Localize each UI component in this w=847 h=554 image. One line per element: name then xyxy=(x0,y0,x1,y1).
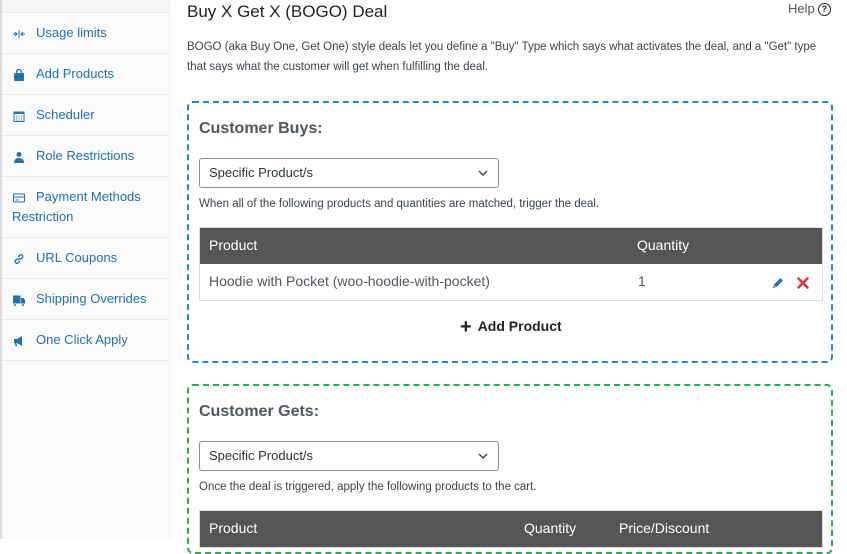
sidebar-item-one-click-apply[interactable]: One Click Apply xyxy=(2,320,169,361)
page-title: Buy X Get X (BOGO) Deal xyxy=(187,2,388,21)
bag-icon xyxy=(12,68,26,81)
sidebar-item-label: Shipping Overrides xyxy=(36,291,147,306)
help-icon: ? xyxy=(817,3,831,16)
sidebar: Usage limits Add Products Scheduler Role… xyxy=(0,0,170,539)
sidebar-item-label: Scheduler xyxy=(36,107,95,122)
customer-gets-title: Customer Gets: xyxy=(199,403,320,420)
sidebar-item-payment-methods-restriction[interactable]: Payment Methods Restriction xyxy=(2,177,169,238)
sidebar-item-shipping-overrides[interactable]: Shipping Overrides xyxy=(2,279,169,320)
customer-buys-panel: Customer Buys: Specific Product/s When a… xyxy=(187,101,833,363)
gets-hint: Once the deal is triggered, apply the fo… xyxy=(199,481,537,493)
table-header: Product Quantity xyxy=(200,228,822,264)
column-header-price-discount: Price/Discount xyxy=(619,520,710,536)
column-header-quantity: Quantity xyxy=(524,520,577,536)
truck-icon xyxy=(12,294,26,306)
sidebar-item-url-coupons[interactable]: URL Coupons xyxy=(2,238,169,279)
sidebar-item-label: URL Coupons xyxy=(36,250,118,265)
buys-type-value: Specific Product/s xyxy=(209,165,314,180)
arrows-in-icon xyxy=(12,28,26,40)
row-actions xyxy=(771,274,810,290)
user-icon xyxy=(12,151,26,163)
table-row: Hoodie with Pocket (woo-hoodie-with-pock… xyxy=(200,264,822,300)
sidebar-item-label: Payment Methods Restriction xyxy=(12,189,141,224)
customer-gets-panel: Customer Gets: Specific Product/s Once t… xyxy=(187,384,833,554)
help-link[interactable]: Help? xyxy=(788,1,831,16)
deal-description: BOGO (aka Buy One, Get One) style deals … xyxy=(187,41,817,73)
buys-products-table: Product Quantity Hoodie with Pocket (woo… xyxy=(199,227,823,301)
buys-type-select[interactable]: Specific Product/s xyxy=(199,158,499,188)
gets-products-table: Product Quantity Price/Discount xyxy=(199,510,823,548)
product-cell: Hoodie with Pocket (woo-hoodie-with-pock… xyxy=(209,273,490,289)
sidebar-item-label: Role Restrictions xyxy=(36,148,135,163)
sidebar-top-strip xyxy=(2,0,169,13)
pencil-edit-icon[interactable] xyxy=(771,276,785,290)
column-header-quantity: Quantity xyxy=(637,237,690,253)
sidebar-item-label: Usage limits xyxy=(36,25,107,40)
credit-card-icon xyxy=(12,192,26,204)
quantity-cell: 1 xyxy=(638,273,646,289)
sidebar-item-usage-limits[interactable]: Usage limits xyxy=(2,13,169,54)
chevron-down-icon xyxy=(478,453,488,459)
megaphone-icon xyxy=(12,335,26,347)
help-label: Help xyxy=(788,1,815,16)
link-icon xyxy=(12,253,26,265)
calendar-icon xyxy=(12,110,26,122)
gets-type-select[interactable]: Specific Product/s xyxy=(199,441,499,471)
column-header-product: Product xyxy=(209,237,258,253)
sidebar-item-add-products[interactable]: Add Products xyxy=(2,54,169,95)
sidebar-item-scheduler[interactable]: Scheduler xyxy=(2,95,169,136)
sidebar-item-label: One Click Apply xyxy=(36,332,128,347)
customer-buys-title: Customer Buys: xyxy=(199,120,323,137)
sidebar-item-role-restrictions[interactable]: Role Restrictions xyxy=(2,136,169,177)
chevron-down-icon xyxy=(478,170,488,176)
sidebar-item-label: Add Products xyxy=(36,66,115,81)
add-product-label: Add Product xyxy=(477,318,562,334)
delete-x-icon[interactable] xyxy=(796,276,810,290)
add-product-button[interactable]: + Add Product xyxy=(460,316,562,339)
buys-hint: When all of the following products and q… xyxy=(199,198,600,210)
plus-icon: + xyxy=(460,316,472,338)
table-header: Product Quantity Price/Discount xyxy=(200,511,822,547)
column-header-product: Product xyxy=(209,520,258,536)
gets-type-value: Specific Product/s xyxy=(209,448,314,463)
